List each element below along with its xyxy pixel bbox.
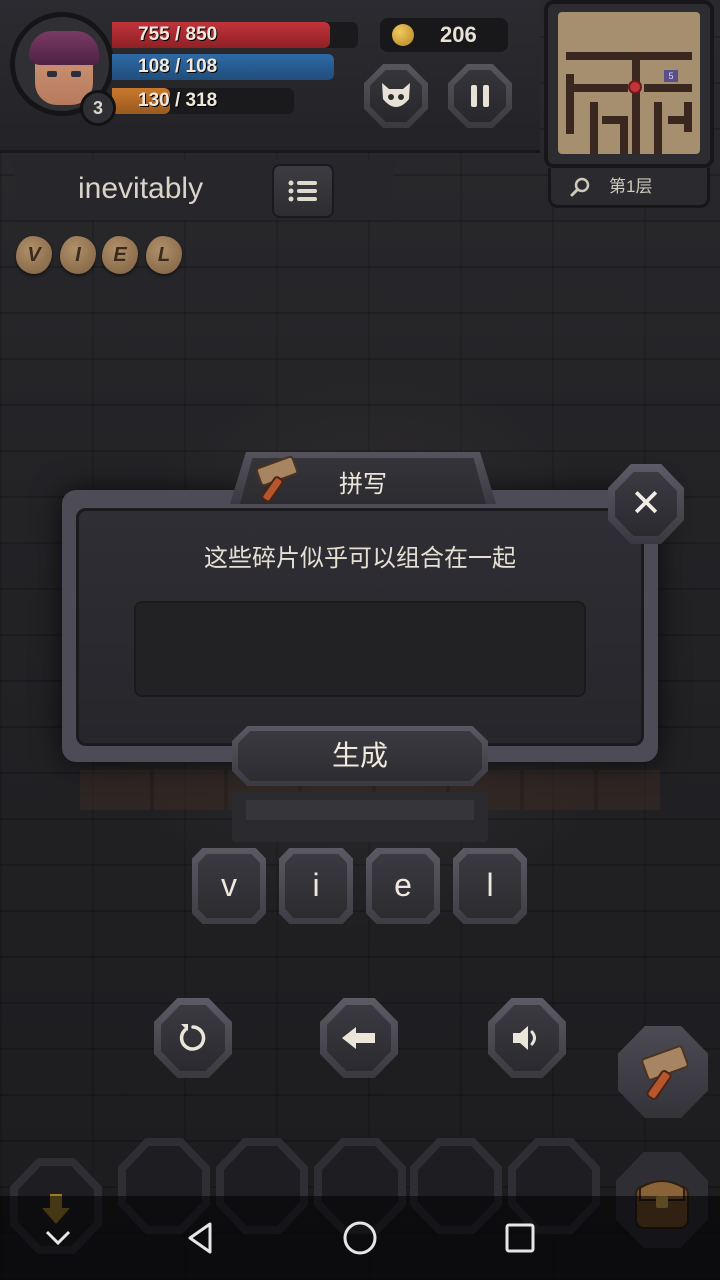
mp-bar: 108 / 108 [112, 54, 334, 80]
floor-label-bar[interactable]: 第1层 [548, 168, 710, 208]
nav-home-button[interactable] [338, 1216, 382, 1260]
letter-tile[interactable]: i [279, 848, 353, 924]
close-button[interactable]: ✕ [608, 464, 684, 544]
dialog-message: 这些碎片似乎可以组合在一起 [204, 545, 516, 572]
letter-tile-label: e [372, 854, 434, 918]
nav-collapse-button[interactable] [36, 1216, 80, 1260]
nav-back-button[interactable] [178, 1216, 222, 1260]
list-icon [288, 180, 317, 202]
floor-label: 第1层 [609, 177, 653, 196]
gold-counter: 206 [380, 18, 508, 52]
xp-bar: 130 / 318 [112, 88, 217, 114]
target-word: inevitably [78, 172, 204, 205]
word-list-button[interactable] [272, 164, 334, 218]
back-triangle-icon [188, 1222, 212, 1254]
sound-button[interactable] [488, 998, 566, 1078]
letter-tile-label: l [459, 854, 521, 918]
avatar-eye [47, 71, 57, 77]
backspace-button[interactable] [320, 998, 398, 1078]
recents-square-icon [505, 1223, 535, 1253]
generate-label: 生成 [238, 731, 482, 781]
sound-icon [513, 1026, 536, 1050]
dialog-title: 拼写 [339, 471, 387, 498]
letter-tile[interactable]: v [192, 848, 266, 924]
monster-icon [382, 83, 410, 107]
pedestal-top [246, 800, 474, 820]
avatar-hair [29, 31, 99, 65]
generate-button[interactable]: 生成 [232, 726, 488, 786]
letter-tile[interactable]: l [453, 848, 527, 924]
hammer-tool-button[interactable] [618, 1026, 708, 1118]
level-badge: 3 [80, 90, 116, 126]
floor-marker: 5 [664, 70, 678, 82]
player-marker [628, 80, 642, 94]
letter-tile-label: i [285, 854, 347, 918]
search-icon [570, 177, 590, 197]
hp-bar: 755 / 850 [112, 22, 330, 48]
minimap[interactable]: 5 [544, 0, 714, 168]
coin-icon [392, 24, 414, 46]
monster-button[interactable] [364, 64, 428, 128]
letter-tile-label: v [198, 854, 260, 918]
spell-input[interactable] [134, 601, 586, 697]
nav-recents-button[interactable] [498, 1216, 542, 1260]
gold-value: 206 [440, 22, 477, 47]
pause-button[interactable] [448, 64, 512, 128]
minimap-view: 5 [558, 12, 700, 154]
home-circle-icon [343, 1221, 377, 1255]
backspace-icon [342, 1027, 375, 1049]
hammer-icon [641, 1045, 689, 1100]
reset-icon [179, 1024, 206, 1051]
letter-tile[interactable]: e [366, 848, 440, 924]
pause-icon [471, 85, 489, 107]
avatar-eye [71, 71, 81, 77]
reset-button[interactable] [154, 998, 232, 1078]
chevron-down-icon [45, 1230, 71, 1246]
word-panel: inevitably [14, 160, 394, 220]
close-icon: ✕ [615, 472, 677, 536]
